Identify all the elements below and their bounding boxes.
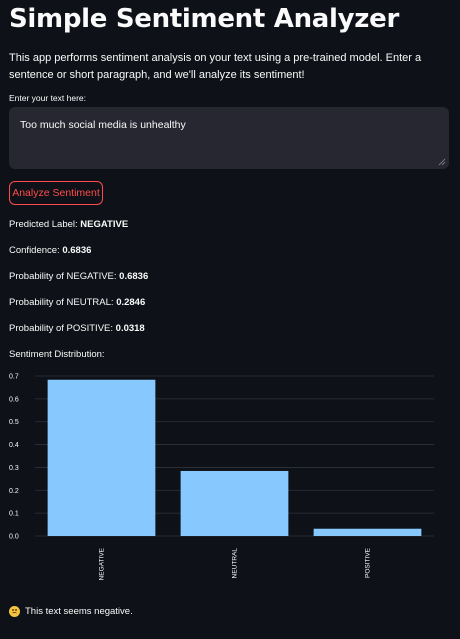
probability-negative-value: 0.6836 xyxy=(119,271,149,282)
text-input[interactable]: Too much social media is unhealthy xyxy=(9,107,449,169)
result-message: This text seems negative. xyxy=(9,606,133,617)
predicted-label-value: NEGATIVE xyxy=(80,219,129,230)
y-tick-label: 0.5 xyxy=(9,419,19,426)
y-tick-label: 0.7 xyxy=(9,374,19,381)
page-title: Simple Sentiment Analyzer xyxy=(9,4,399,34)
y-tick-label: 0.6 xyxy=(9,396,19,403)
bar-positive xyxy=(313,528,422,536)
app-description: This app performs sentiment analysis on … xyxy=(9,52,422,81)
probability-positive-line: Probability of POSITIVE: 0.0318 xyxy=(9,323,145,334)
y-tick-label: 0.3 xyxy=(9,465,19,472)
x-tick-label: NEGATIVE xyxy=(99,547,106,580)
probability-neutral-line: Probability of NEUTRAL: 0.2846 xyxy=(9,297,146,308)
bar-negative xyxy=(47,379,156,536)
disappointed-face-icon xyxy=(9,606,20,617)
analyze-sentiment-button[interactable]: Analyze Sentiment xyxy=(9,181,103,205)
sentiment-distribution-chart: 0.0 0.1 0.2 0.3 0.4 0.5 0.6 0.7 NEGATIVE NEUTRAL P… xyxy=(9,374,434,580)
text-input-label: Enter your text here: xyxy=(9,93,87,103)
bar-neutral xyxy=(180,470,289,536)
probability-neutral-value: 0.2846 xyxy=(116,297,146,308)
x-tick-label: NEUTRAL xyxy=(232,548,239,579)
y-tick-label: 0.2 xyxy=(9,488,19,495)
y-tick-label: 0.1 xyxy=(9,511,19,518)
y-tick-label: 0.4 xyxy=(9,442,19,449)
predicted-label-line: Predicted Label: NEGATIVE xyxy=(9,219,129,230)
result-message-text: This text seems negative. xyxy=(25,606,133,617)
probability-negative-line: Probability of NEGATIVE: 0.6836 xyxy=(9,271,149,282)
confidence-line: Confidence: 0.6836 xyxy=(9,245,92,256)
y-tick-label: 0.0 xyxy=(9,534,19,541)
probability-positive-value: 0.0318 xyxy=(115,323,145,334)
confidence-value: 0.6836 xyxy=(62,245,92,256)
distribution-label: Sentiment Distribution: xyxy=(9,349,105,360)
resize-grip-icon[interactable] xyxy=(438,158,446,166)
x-tick-label: POSITIVE xyxy=(365,547,372,578)
text-input-value: Too much social media is unhealthy xyxy=(20,119,186,131)
